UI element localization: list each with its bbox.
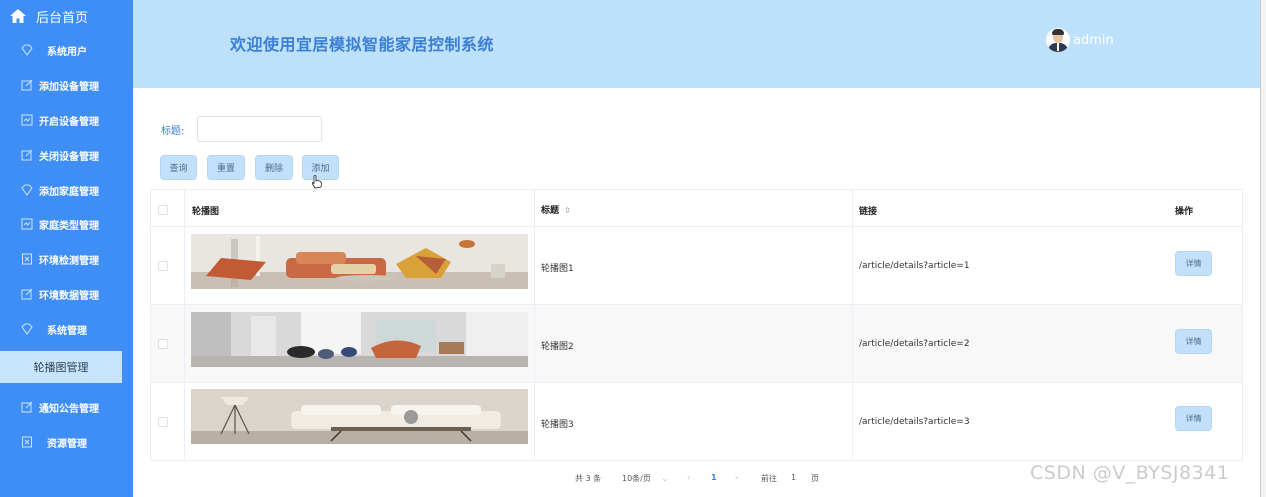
sidebar-item-label: 系统管理 bbox=[47, 325, 87, 337]
sidebar-item-add-family[interactable]: 添加家庭管理 bbox=[0, 173, 133, 207]
edit-icon bbox=[21, 79, 33, 91]
sidebar-item-label: 关闭设备管理 bbox=[39, 151, 99, 163]
user-menu[interactable]: admin bbox=[1046, 28, 1114, 52]
carousel-image bbox=[191, 389, 528, 444]
sidebar-item-label: 添加设备管理 bbox=[39, 81, 99, 93]
row-checkbox[interactable] bbox=[158, 261, 168, 271]
username: admin bbox=[1073, 32, 1114, 48]
diamond-icon bbox=[21, 184, 33, 196]
table-header: 轮播图 标题 ⇕ 链接 操作 bbox=[150, 189, 1243, 227]
column-divider bbox=[534, 189, 535, 459]
page-size-value: 10条/页 bbox=[622, 474, 651, 483]
document-icon bbox=[21, 436, 33, 448]
avatar bbox=[1046, 28, 1070, 52]
sidebar-item-label: 系统用户 bbox=[47, 46, 87, 58]
sidebar-item-notice[interactable]: 通知公告管理 bbox=[0, 390, 133, 424]
diamond-icon bbox=[21, 323, 33, 335]
sidebar-item-label: 环境检测管理 bbox=[39, 255, 99, 267]
title-search-input[interactable] bbox=[197, 116, 322, 142]
diamond-icon bbox=[21, 44, 33, 56]
sidebar-item-family-type[interactable]: 家庭类型管理 bbox=[0, 207, 133, 241]
sidebar-item-resource[interactable]: 资源管理 bbox=[0, 425, 133, 459]
sidebar-item-label: 环境数据管理 bbox=[39, 290, 99, 302]
detail-button[interactable]: 详情 bbox=[1175, 406, 1212, 431]
sidebar-item-open-device[interactable]: 开启设备管理 bbox=[0, 103, 133, 137]
document-icon bbox=[21, 253, 33, 265]
row-title: 轮播图1 bbox=[541, 264, 574, 274]
select-all-checkbox[interactable] bbox=[158, 205, 168, 215]
next-page-button[interactable]: › bbox=[735, 473, 738, 482]
sidebar-item-carousel-active[interactable]: 轮播图管理 bbox=[0, 351, 122, 383]
row-checkbox[interactable] bbox=[158, 417, 168, 427]
sidebar-item-add-device[interactable]: 添加设备管理 bbox=[0, 68, 133, 102]
home-icon bbox=[10, 9, 26, 23]
edit-icon bbox=[21, 401, 33, 413]
sidebar: 后台首页 系统用户 添加设备管理 开启设备管理 关闭设备管理 添加家庭管理 家庭… bbox=[0, 0, 133, 497]
sidebar-home-label: 后台首页 bbox=[36, 10, 89, 26]
sidebar-home[interactable]: 后台首页 bbox=[0, 0, 133, 32]
row-checkbox[interactable] bbox=[158, 339, 168, 349]
page-unit-label: 页 bbox=[811, 474, 819, 483]
page-number-current[interactable]: 1 bbox=[711, 473, 717, 482]
prev-page-button[interactable]: ‹ bbox=[687, 473, 690, 482]
sidebar-item-label: 通知公告管理 bbox=[39, 403, 99, 415]
column-header-image: 轮播图 bbox=[192, 207, 220, 217]
goto-label: 前往 bbox=[761, 474, 777, 483]
sidebar-item-label: 资源管理 bbox=[47, 438, 87, 450]
carousel-image bbox=[191, 234, 528, 289]
watermark: CSDN @V_BYSJ8341 bbox=[1030, 462, 1230, 484]
header: 欢迎使用宜居模拟智能家居控制系统 admin bbox=[133, 0, 1260, 88]
carousel-image bbox=[191, 312, 528, 367]
hand-cursor-icon bbox=[311, 175, 322, 189]
column-divider bbox=[184, 189, 185, 459]
column-header-action: 操作 bbox=[1175, 207, 1194, 217]
chart-icon bbox=[21, 218, 33, 230]
chart-icon bbox=[21, 114, 33, 126]
sidebar-item-label: 开启设备管理 bbox=[39, 116, 99, 128]
sidebar-item-label: 轮播图管理 bbox=[33, 361, 89, 374]
detail-button[interactable]: 详情 bbox=[1175, 329, 1212, 354]
column-divider bbox=[852, 189, 853, 459]
page-title: 欢迎使用宜居模拟智能家居控制系统 bbox=[230, 35, 495, 54]
sidebar-item-env-data[interactable]: 环境数据管理 bbox=[0, 277, 133, 311]
table-row: 轮播图1 /article/details?article=1 详情 bbox=[150, 227, 1243, 305]
sidebar-item-system-manage[interactable]: 系统管理 bbox=[0, 312, 133, 346]
row-link: /article/details?article=1 bbox=[859, 261, 970, 271]
column-header-title[interactable]: 标题 ⇕ bbox=[541, 203, 571, 216]
title-label: 标题: bbox=[161, 126, 185, 137]
sidebar-item-label: 家庭类型管理 bbox=[39, 220, 99, 232]
goto-page-input[interactable]: 1 bbox=[791, 473, 796, 482]
table-row: 轮播图2 /article/details?article=2 详情 bbox=[150, 305, 1243, 383]
page-size-select[interactable]: 10条/页 ⌄ bbox=[622, 473, 668, 484]
table-row: 轮播图3 /article/details?article=3 详情 bbox=[150, 383, 1243, 461]
sidebar-item-label: 添加家庭管理 bbox=[39, 186, 99, 198]
sort-icon[interactable]: ⇕ bbox=[564, 206, 571, 215]
pagination-total: 共 3 条 bbox=[575, 474, 602, 483]
edit-icon bbox=[21, 288, 33, 300]
edit-icon bbox=[21, 149, 33, 161]
column-header-link: 链接 bbox=[859, 207, 878, 217]
chevron-down-icon: ⌄ bbox=[661, 474, 669, 483]
query-button[interactable]: 查询 bbox=[160, 155, 197, 180]
window-edge bbox=[1260, 0, 1266, 497]
reset-button[interactable]: 重置 bbox=[207, 155, 245, 180]
column-header-title-text: 标题 bbox=[541, 206, 560, 216]
sidebar-item-close-device[interactable]: 关闭设备管理 bbox=[0, 138, 133, 172]
delete-button[interactable]: 删除 bbox=[255, 155, 293, 180]
sidebar-item-system-users[interactable]: 系统用户 bbox=[0, 33, 133, 67]
row-link: /article/details?article=3 bbox=[859, 417, 970, 427]
row-title: 轮播图3 bbox=[541, 420, 574, 430]
row-link: /article/details?article=2 bbox=[859, 339, 970, 349]
detail-button[interactable]: 详情 bbox=[1175, 251, 1212, 276]
sidebar-item-env-detect[interactable]: 环境检测管理 bbox=[0, 242, 133, 276]
row-title: 轮播图2 bbox=[541, 342, 574, 352]
